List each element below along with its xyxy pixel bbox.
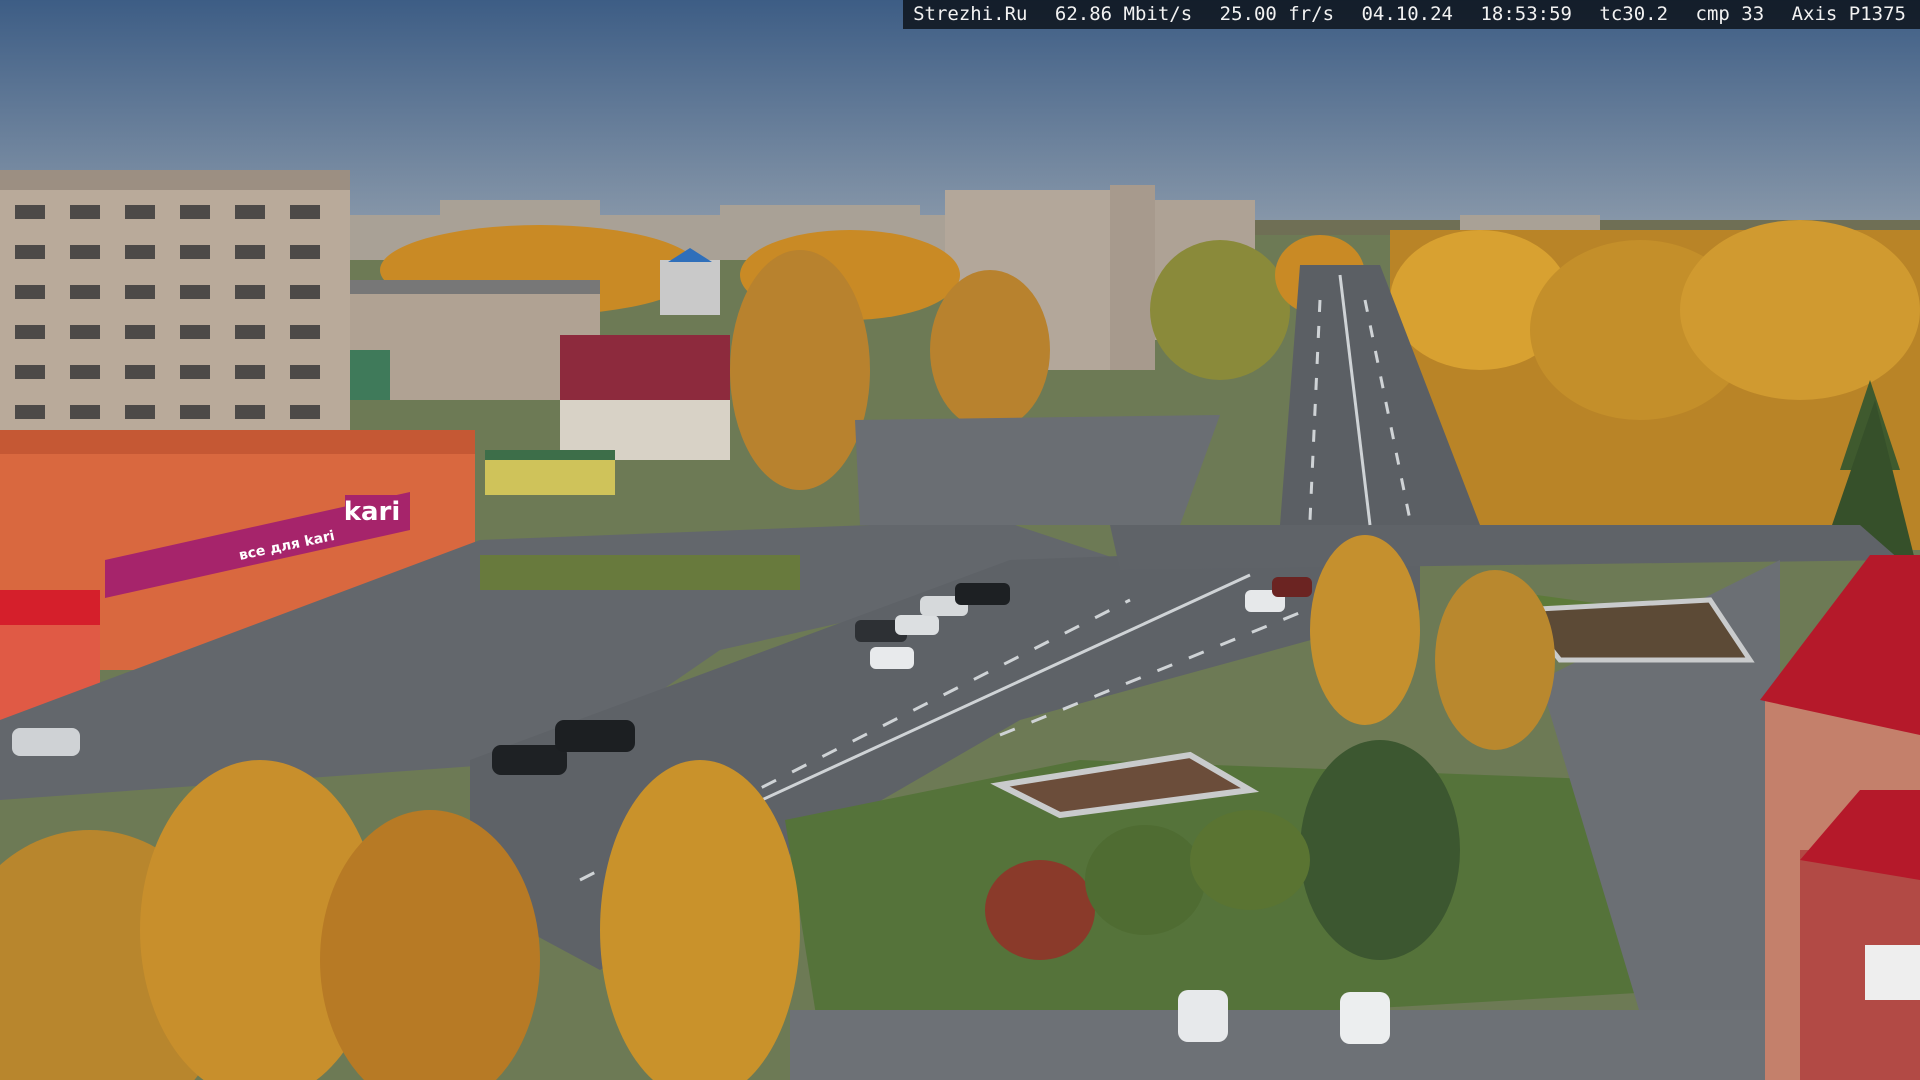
overlay-tc: tc30.2 [1599,3,1669,25]
upper-plaza [855,415,1220,525]
overlay-cmp: cmp 33 [1695,3,1765,25]
overlay-site: Strezhi.Ru [913,3,1028,25]
overlay-time: 18:53:59 [1480,3,1572,25]
overlay-framerate: 25.00 fr/s [1219,3,1335,25]
camera-info-overlay: Strezhi.Ru 62.86 Mbit/s 25.00 fr/s 04.10… [903,0,1920,29]
overlay-date: 04.10.24 [1361,3,1453,25]
bottom-parking [790,1010,1770,1080]
overlay-bitrate: 62.86 Mbit/s [1054,3,1193,25]
store-logo: kari [344,497,401,527]
plaza-lawn [480,555,800,590]
overlay-camera-model: Axis P1375 [1791,3,1906,25]
webcam-scene: kari все для kari [0,0,1920,1080]
